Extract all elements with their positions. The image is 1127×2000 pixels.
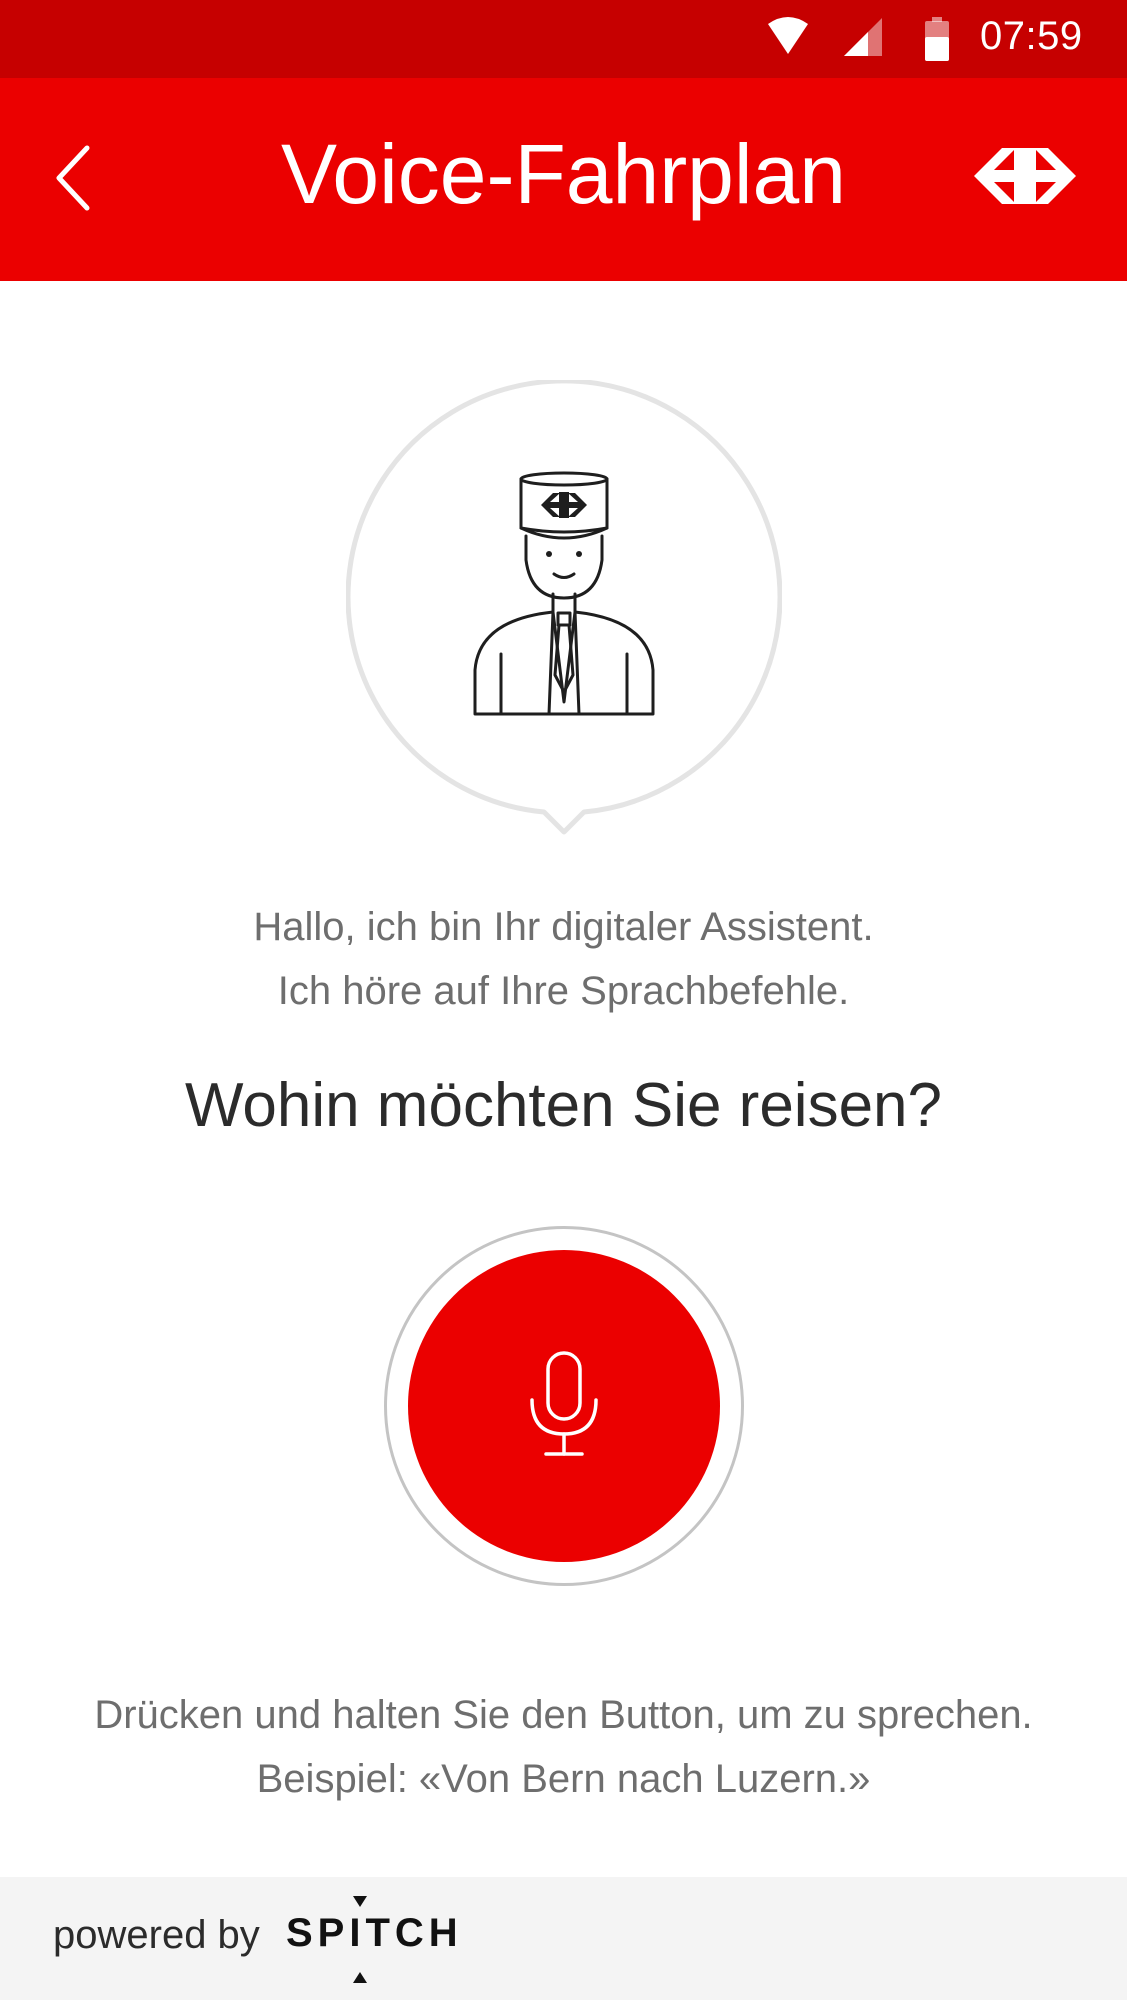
microphone-button[interactable] xyxy=(408,1250,720,1562)
wifi-icon xyxy=(766,16,810,63)
usage-hint: Drücken und halten Sie den Button, um zu… xyxy=(0,1683,1127,1811)
conductor-icon xyxy=(469,470,659,721)
brand-mark-top xyxy=(353,1896,367,1907)
hint-line-1: Drücken und halten Sie den Button, um zu… xyxy=(94,1693,1033,1737)
assistant-greeting: Hallo, ich bin Ihr digitaler Assistent. … xyxy=(0,895,1127,1023)
spitch-logo: SPITCH xyxy=(286,1911,463,1955)
greeting-line-2: Ich höre auf Ihre Sprachbefehle. xyxy=(277,969,850,1013)
footer: powered by SPITCH xyxy=(0,1877,1127,2000)
sbb-logo-icon xyxy=(974,148,1076,209)
question-heading: Wohin möchten Sie reisen? xyxy=(184,1071,943,1140)
page-title: Voice-Fahrplan xyxy=(281,127,846,221)
status-time: 07:59 xyxy=(980,14,1083,58)
battery-icon xyxy=(924,17,950,66)
greeting-line-1: Hallo, ich bin Ihr digitaler Assistent. xyxy=(253,905,874,949)
microphone-icon xyxy=(526,1350,602,1463)
app-bar: Voice-Fahrplan xyxy=(0,78,1127,281)
cellular-signal-icon xyxy=(842,16,884,63)
hint-line-2: Beispiel: «Von Bern nach Luzern.» xyxy=(256,1757,871,1801)
status-bar: 07:59 xyxy=(0,0,1127,78)
brand-mark-bottom xyxy=(353,1972,367,1983)
powered-by-label: powered by xyxy=(53,1913,260,1957)
